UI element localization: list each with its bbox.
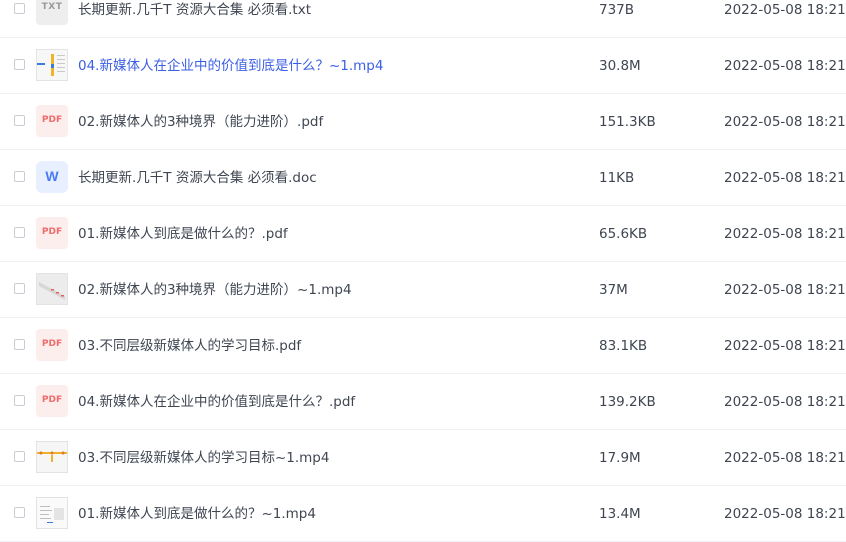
file-name[interactable]: 01.新媒体人到底是做什么的？.pdf bbox=[78, 224, 288, 244]
file-name[interactable]: 01.新媒体人到底是做什么的？~1.mp4 bbox=[78, 504, 316, 524]
icon-label: PDF bbox=[41, 227, 63, 237]
icon-label: TXT bbox=[41, 2, 63, 12]
video-thumbnail-icon bbox=[36, 497, 68, 529]
file-size: 37M bbox=[599, 282, 628, 298]
txt-icon: TXT bbox=[36, 0, 68, 25]
file-date: 2022-05-08 18:21 bbox=[724, 58, 846, 74]
file-date: 2022-05-08 18:21 bbox=[724, 114, 846, 130]
video-thumbnail-graphic bbox=[37, 274, 67, 304]
file-date: 2022-05-08 18:21 bbox=[724, 338, 846, 354]
file-row[interactable]: PDF 02.新媒体人的3种境界（能力进阶）.pdf 151.3KB 2022-… bbox=[0, 94, 846, 150]
file-date: 2022-05-08 18:21 bbox=[724, 170, 846, 186]
file-date: 2022-05-08 18:21 bbox=[724, 506, 846, 522]
file-date: 2022-05-08 18:21 bbox=[724, 2, 846, 18]
word-icon: W bbox=[36, 161, 68, 193]
file-date: 2022-05-08 18:21 bbox=[724, 450, 846, 466]
file-date: 2022-05-08 18:21 bbox=[724, 394, 846, 410]
file-size: 139.2KB bbox=[599, 394, 656, 410]
row-checkbox[interactable] bbox=[14, 171, 25, 182]
file-name[interactable]: 长期更新.几千T 资源大合集 必须看.txt bbox=[78, 0, 311, 20]
file-size: 737B bbox=[599, 2, 635, 18]
icon-label: PDF bbox=[41, 115, 63, 125]
file-row[interactable]: TXT 长期更新.几千T 资源大合集 必须看.txt 737B 2022-05-… bbox=[0, 0, 846, 38]
file-size: 30.8M bbox=[599, 58, 641, 74]
file-name[interactable]: 长期更新.几千T 资源大合集 必须看.doc bbox=[78, 168, 317, 188]
file-size: 65.6KB bbox=[599, 226, 648, 242]
file-name[interactable]: 04.新媒体人在企业中的价值到底是什么？.pdf bbox=[78, 392, 355, 412]
row-checkbox[interactable] bbox=[14, 283, 25, 294]
icon-label: PDF bbox=[41, 339, 63, 349]
file-date: 2022-05-08 18:21 bbox=[724, 282, 846, 298]
file-row[interactable]: 02.新媒体人的3种境界（能力进阶）~1.mp4 37M 2022-05-08 … bbox=[0, 262, 846, 318]
pdf-icon: PDF bbox=[36, 105, 68, 137]
file-size: 151.3KB bbox=[599, 114, 656, 130]
row-checkbox[interactable] bbox=[14, 227, 25, 238]
file-date: 2022-05-08 18:21 bbox=[724, 226, 846, 242]
video-thumbnail-icon bbox=[36, 441, 68, 473]
icon-label: W bbox=[45, 168, 59, 184]
row-checkbox[interactable] bbox=[14, 451, 25, 462]
icon-label: PDF bbox=[41, 395, 63, 405]
file-name[interactable]: 02.新媒体人的3种境界（能力进阶）.pdf bbox=[78, 112, 323, 132]
file-size: 17.9M bbox=[599, 450, 641, 466]
file-row[interactable]: W 长期更新.几千T 资源大合集 必须看.doc 11KB 2022-05-08… bbox=[0, 150, 846, 206]
row-checkbox[interactable] bbox=[14, 339, 25, 350]
file-name[interactable]: 03.不同层级新媒体人的学习目标.pdf bbox=[78, 336, 301, 356]
file-size: 83.1KB bbox=[599, 338, 648, 354]
file-row[interactable]: 03.不同层级新媒体人的学习目标~1.mp4 17.9M 2022-05-08 … bbox=[0, 430, 846, 486]
row-checkbox[interactable] bbox=[14, 507, 25, 518]
video-thumbnail-icon bbox=[36, 273, 68, 305]
video-thumbnail-icon bbox=[36, 49, 68, 81]
pdf-icon: PDF bbox=[36, 217, 68, 249]
file-row[interactable]: 01.新媒体人到底是做什么的？~1.mp4 13.4M 2022-05-08 1… bbox=[0, 486, 846, 542]
file-row[interactable]: PDF 01.新媒体人到底是做什么的？.pdf 65.6KB 2022-05-0… bbox=[0, 206, 846, 262]
row-checkbox[interactable] bbox=[14, 395, 25, 406]
file-name[interactable]: 03.不同层级新媒体人的学习目标~1.mp4 bbox=[78, 448, 329, 468]
file-size: 11KB bbox=[599, 170, 635, 186]
file-row[interactable]: 04.新媒体人在企业中的价值到底是什么？~1.mp4 30.8M 2022-05… bbox=[0, 38, 846, 94]
video-thumbnail-graphic bbox=[37, 50, 67, 80]
file-name-link[interactable]: 04.新媒体人在企业中的价值到底是什么？~1.mp4 bbox=[78, 56, 383, 76]
video-thumbnail-graphic bbox=[37, 442, 67, 472]
pdf-icon: PDF bbox=[36, 385, 68, 417]
video-thumbnail-graphic bbox=[37, 498, 67, 528]
file-name[interactable]: 02.新媒体人的3种境界（能力进阶）~1.mp4 bbox=[78, 280, 352, 300]
file-list: TXT 长期更新.几千T 资源大合集 必须看.txt 737B 2022-05-… bbox=[0, 0, 846, 542]
pdf-icon: PDF bbox=[36, 329, 68, 361]
row-checkbox[interactable] bbox=[14, 3, 25, 14]
file-row[interactable]: PDF 04.新媒体人在企业中的价值到底是什么？.pdf 139.2KB 202… bbox=[0, 374, 846, 430]
file-row[interactable]: PDF 03.不同层级新媒体人的学习目标.pdf 83.1KB 2022-05-… bbox=[0, 318, 846, 374]
row-checkbox[interactable] bbox=[14, 115, 25, 126]
file-size: 13.4M bbox=[599, 506, 641, 522]
row-checkbox[interactable] bbox=[14, 59, 25, 70]
